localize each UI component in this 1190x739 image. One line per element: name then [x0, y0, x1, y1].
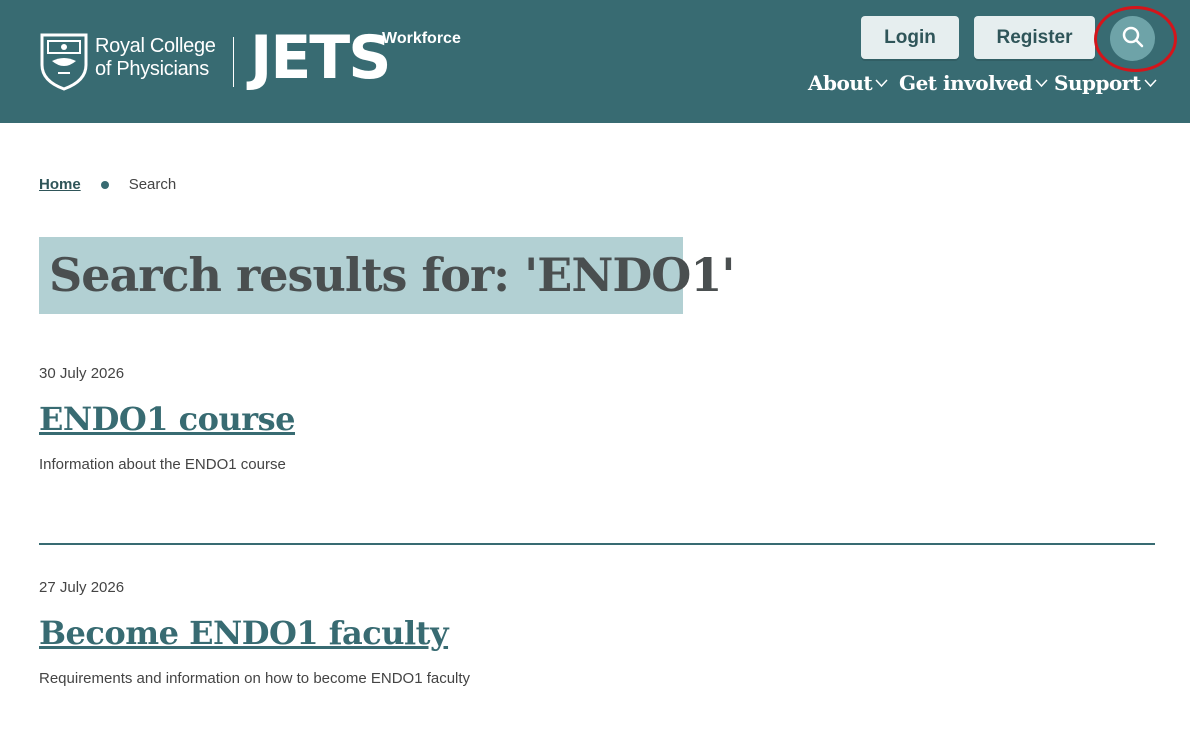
nav-get-involved[interactable]: Get involved	[899, 71, 1048, 95]
workforce-label: Workforce	[382, 30, 461, 47]
chevron-down-icon	[1035, 78, 1048, 87]
chevron-down-icon	[1144, 78, 1157, 87]
register-button[interactable]: Register	[974, 16, 1095, 59]
logo-line-2: of Physicians	[95, 58, 209, 80]
search-result: 27 July 2026 Become ENDO1 faculty Requir…	[39, 579, 1155, 687]
result-description: Requirements and information on how to b…	[39, 670, 471, 687]
jets-logo[interactable]: JETS	[250, 24, 391, 92]
breadcrumb-separator	[100, 180, 109, 189]
result-date: 27 July 2026	[39, 579, 125, 596]
page-title: Search results for: 'ENDO1'	[39, 237, 735, 314]
logo-divider	[233, 37, 234, 87]
result-description: Information about the ENDO1 course	[39, 456, 286, 473]
breadcrumb-home-link[interactable]: Home	[39, 176, 81, 193]
result-title-link[interactable]: Become ENDO1 faculty	[39, 614, 449, 652]
search-button[interactable]	[1110, 16, 1155, 61]
breadcrumb-current: Search	[128, 176, 177, 193]
search-result: 30 July 2026 ENDO1 course Information ab…	[39, 365, 1155, 473]
nav-about-label: About	[808, 71, 873, 95]
rcp-logo-text: Royal College of Physicians	[95, 35, 216, 81]
chevron-down-icon	[875, 78, 888, 87]
breadcrumb: Home Search	[39, 176, 176, 193]
rcp-crest-logo[interactable]	[38, 31, 90, 91]
nav-support-label: Support	[1054, 71, 1141, 95]
nav-about[interactable]: About	[808, 71, 888, 95]
site-header: Royal College of Physicians JETS Workfor…	[0, 0, 1190, 123]
login-button[interactable]: Login	[861, 16, 959, 59]
result-divider	[39, 543, 1155, 545]
result-date: 30 July 2026	[39, 365, 125, 382]
nav-support[interactable]: Support	[1054, 71, 1157, 95]
result-title-link[interactable]: ENDO1 course	[39, 400, 296, 438]
nav-get-involved-label: Get involved	[899, 71, 1033, 95]
search-icon	[1121, 25, 1145, 52]
logo-line-1: Royal College	[95, 35, 216, 57]
